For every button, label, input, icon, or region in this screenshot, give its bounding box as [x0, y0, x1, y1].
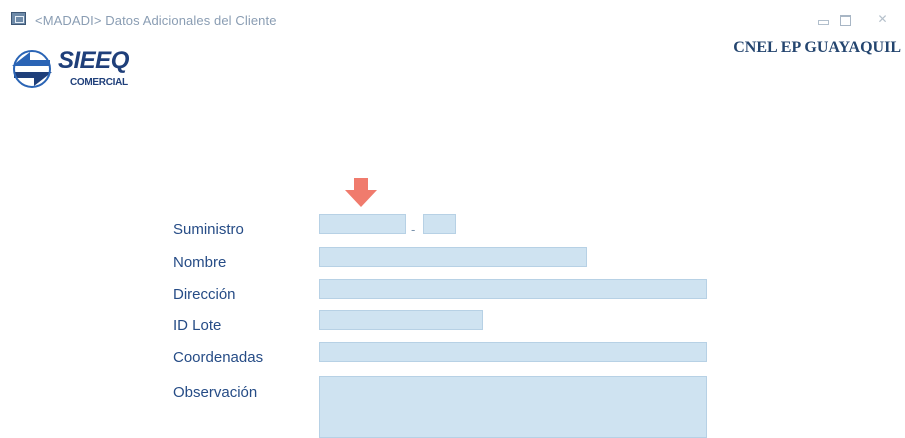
suministro-label: Suministro — [173, 221, 244, 238]
suministro-separator: - — [411, 222, 416, 237]
coordenadas-label: Coordenadas — [173, 349, 264, 366]
close-icon[interactable]: ✕ — [876, 13, 889, 25]
nombre-label: Nombre — [173, 254, 227, 271]
logo-mark-icon — [12, 50, 52, 88]
logo-name: SIEEQ — [58, 47, 129, 74]
suministro-suffix-input[interactable] — [423, 214, 456, 234]
coordenadas-input[interactable] — [319, 342, 707, 362]
observacion-label: Observación — [173, 384, 258, 401]
id-lote-input[interactable] — [319, 310, 483, 330]
suministro-input[interactable] — [319, 214, 406, 234]
direccion-input[interactable] — [319, 279, 707, 299]
observacion-textarea[interactable] — [319, 376, 707, 438]
maximize-icon[interactable] — [839, 14, 852, 26]
sieeq-logo: SIEEQ COMERCIAL — [8, 44, 129, 96]
direccion-label: Dirección — [173, 286, 236, 303]
nombre-input[interactable] — [319, 247, 587, 267]
logo-subtitle: COMERCIAL — [70, 77, 128, 88]
app-icon — [11, 12, 26, 25]
id-lote-label: ID Lote — [173, 317, 222, 334]
client-data-window: <MADADI> Datos Adicionales del Cliente ✕… — [0, 0, 905, 438]
title-bar: <MADADI> Datos Adicionales del Cliente ✕ — [0, 0, 905, 28]
minimize-icon[interactable] — [816, 14, 829, 25]
window-title: <MADADI> Datos Adicionales del Cliente — [35, 13, 277, 28]
down-arrow-icon — [345, 178, 377, 207]
company-name: CNEL EP GUAYAQUIL — [733, 39, 901, 56]
